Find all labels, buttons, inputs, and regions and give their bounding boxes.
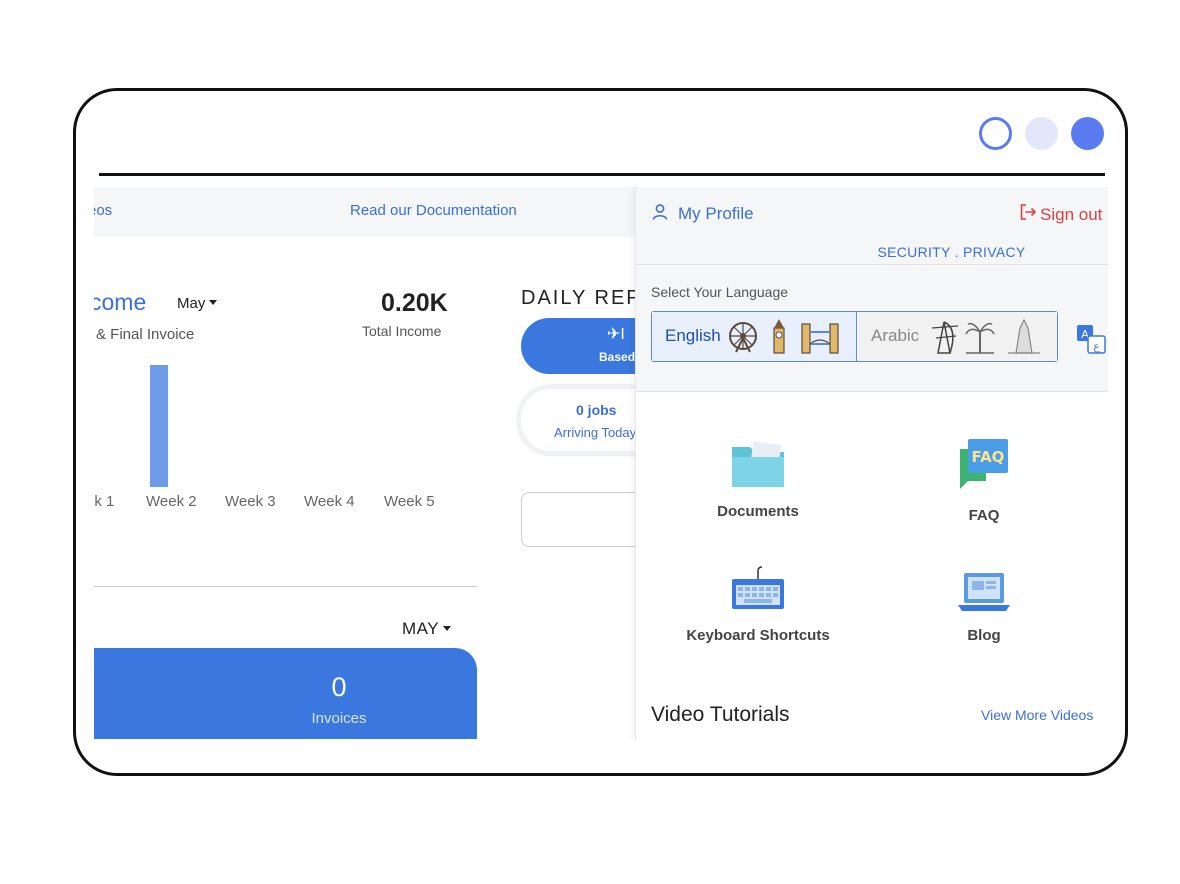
- arabic-label: Arabic: [871, 326, 920, 345]
- keyboard-shortcuts-tile[interactable]: Keyboard Shortcuts: [658, 565, 858, 644]
- top-link-bar: eos Read our Documentation: [94, 187, 654, 237]
- chart-tick-label: Week 2: [146, 493, 197, 510]
- video-tutorials-heading: Video Tutorials: [651, 703, 790, 726]
- month-dropdown[interactable]: May: [177, 295, 218, 312]
- caret-down-icon: [443, 626, 452, 631]
- svg-text:FAQ: FAQ: [972, 448, 1005, 466]
- invoices-card[interactable]: 0 Invoices: [94, 648, 477, 739]
- faq-label: FAQ: [968, 507, 1000, 524]
- caret-down-icon: [209, 300, 218, 305]
- jobs-count: 0 jobs: [576, 402, 617, 418]
- english-label: English: [665, 326, 721, 345]
- documentation-link[interactable]: Read our Documentation: [350, 202, 517, 219]
- user-icon: [652, 204, 668, 220]
- language-section: Select Your Language English Arabic A ع: [636, 266, 1108, 392]
- app-window: eos Read our Documentation come May & Fi…: [73, 88, 1128, 776]
- window-control-filled[interactable]: [1071, 117, 1104, 150]
- faq-tile[interactable]: FAQ FAQ: [884, 437, 1084, 524]
- chart-tick-label: ek 1: [94, 493, 115, 510]
- videos-link[interactable]: eos: [94, 202, 112, 219]
- window-control-light[interactable]: [1025, 117, 1058, 150]
- documents-label: Documents: [717, 503, 799, 520]
- window-control-outline[interactable]: [979, 117, 1012, 150]
- folder-icon: [732, 441, 784, 487]
- keyboard-icon: [732, 566, 784, 609]
- blog-label: Blog: [967, 627, 1001, 644]
- app-viewport: eos Read our Documentation come May & Fi…: [94, 187, 1108, 739]
- language-option-english[interactable]: English: [652, 312, 857, 361]
- my-profile-link[interactable]: My Profile: [678, 204, 754, 224]
- translate-icon[interactable]: A ع: [1076, 324, 1106, 354]
- language-label: Select Your Language: [651, 284, 789, 300]
- sign-out-link[interactable]: Sign out: [1040, 205, 1102, 225]
- laptop-icon: [958, 573, 1010, 611]
- chart-bar-week-2: [150, 365, 168, 487]
- view-more-videos-link[interactable]: View More Videos: [981, 707, 1093, 723]
- income-title: come: [94, 289, 147, 315]
- keyboard-shortcuts-label: Keyboard Shortcuts: [686, 627, 830, 644]
- income-subtitle: & Final Invoice: [96, 326, 195, 343]
- dubai-landmarks-icon: [931, 318, 1040, 354]
- plane-landing-icon: ✈I: [607, 326, 625, 343]
- month-dropdown-label: May: [177, 295, 206, 312]
- chart-tick-label: Week 5: [384, 493, 435, 510]
- section-divider: [94, 586, 477, 587]
- window-divider: [99, 173, 1105, 176]
- panel-header: My Profile Sign out SECURITY . PRIVACY: [636, 187, 1108, 265]
- language-switcher: English Arabic: [651, 311, 1058, 362]
- total-income-label: Total Income: [362, 323, 442, 339]
- invoice-month-dropdown[interactable]: MAY: [402, 619, 452, 639]
- daily-button-text: I: [620, 326, 625, 343]
- chart-tick-label: Week 3: [225, 493, 276, 510]
- language-option-arabic[interactable]: Arabic: [858, 312, 1057, 361]
- faq-icon: FAQ: [960, 439, 1008, 489]
- profile-menu-panel: My Profile Sign out SECURITY . PRIVACY S…: [635, 187, 1108, 739]
- documents-tile[interactable]: Documents: [658, 441, 858, 520]
- blog-tile[interactable]: Blog: [884, 565, 1084, 644]
- svg-text:ع: ع: [1093, 340, 1100, 353]
- sign-out-icon: [1020, 204, 1037, 220]
- chart-tick-label: Week 4: [304, 493, 355, 510]
- invoices-label: Invoices: [311, 710, 367, 727]
- invoices-count: 0: [331, 672, 347, 702]
- jobs-arriving-label: Arriving Today: [554, 425, 637, 440]
- london-landmarks-icon: [729, 319, 839, 354]
- invoice-month-label: MAY: [402, 619, 440, 638]
- total-income-value: 0.20K: [381, 289, 448, 317]
- daily-based-label: Based: [599, 350, 636, 364]
- security-privacy-link[interactable]: SECURITY . PRIVACY: [636, 244, 1108, 260]
